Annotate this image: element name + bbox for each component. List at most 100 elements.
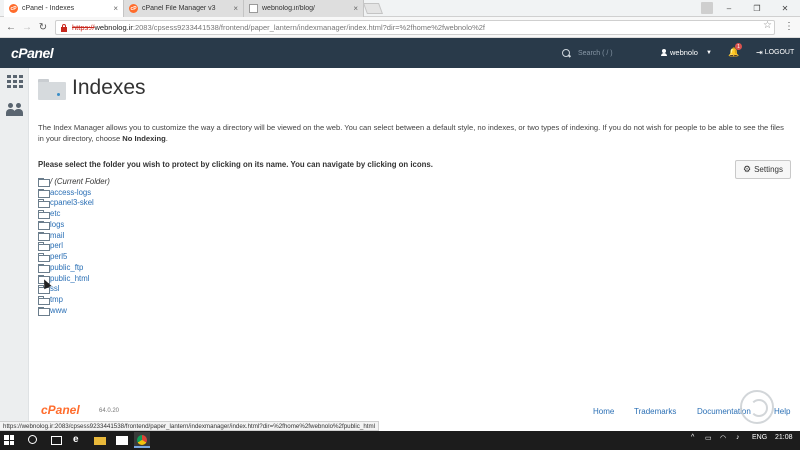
folder-icon[interactable]	[38, 263, 50, 273]
folder-icon[interactable]	[38, 220, 50, 230]
footer-link-home[interactable]: Home	[593, 407, 614, 416]
cpanel-logo[interactable]: cPanel	[11, 45, 54, 61]
folder-icon[interactable]	[38, 199, 50, 209]
store-icon[interactable]	[116, 436, 128, 445]
cpanel-version: 64.0.20	[99, 408, 120, 414]
folder-row[interactable]: mail	[38, 230, 110, 241]
folder-link[interactable]: perl5	[50, 252, 67, 261]
folder-row[interactable]: perl5	[38, 251, 110, 263]
address-bar[interactable]: https:// webnolog.ir :2083/cpsess9233441…	[55, 20, 775, 35]
footer-link-help[interactable]: Help	[774, 407, 790, 416]
minimize-icon[interactable]: –	[715, 0, 743, 17]
new-tab-button[interactable]	[362, 3, 384, 14]
folder-icon[interactable]	[38, 306, 50, 316]
browser-toolbar: ← → ↻ https:// webnolog.ir :2083/cpsess9…	[0, 17, 800, 38]
chrome-icon[interactable]	[134, 432, 150, 448]
search-placeholder: Search ( / )	[578, 49, 613, 57]
folder-link[interactable]: cpanel3-skel	[50, 198, 94, 207]
page-description: The Index Manager allows you to customiz…	[38, 123, 784, 143]
cpanel-favicon-icon: cP	[9, 4, 18, 13]
wifi-icon[interactable]: ◠	[720, 434, 726, 442]
folder-row[interactable]: public_ftp	[38, 262, 110, 273]
folder-row[interactable]: logs	[38, 219, 110, 230]
tab-label: webnolog.ir/blog/	[262, 5, 315, 12]
edge-browser-icon[interactable]: e	[73, 434, 85, 446]
url-domain: webnolog.ir	[94, 23, 133, 32]
input-language[interactable]: ENG	[752, 434, 767, 441]
bookmark-star-icon[interactable]: ☆	[763, 20, 772, 31]
gear-icon: ⚙	[743, 164, 752, 174]
footer-cpanel-logo[interactable]: cPanel	[41, 403, 80, 417]
logout-button[interactable]: ⇥ LOGOUT	[756, 48, 794, 57]
folder-row-current[interactable]: / (Current Folder)	[38, 176, 110, 187]
folder-icon	[38, 79, 66, 100]
windows-start-icon[interactable]	[4, 435, 14, 445]
browser-tab-blog[interactable]: webnolog.ir/blog/ ×	[244, 0, 364, 17]
reload-icon[interactable]: ↻	[36, 20, 50, 34]
folder-icon[interactable]	[38, 177, 50, 187]
folder-icon[interactable]	[38, 188, 50, 198]
folder-row[interactable]: www	[38, 305, 110, 316]
folder-link[interactable]: perl	[50, 241, 63, 250]
footer-link-trademarks[interactable]: Trademarks	[634, 407, 676, 416]
browser-tab-file-manager[interactable]: cP cPanel File Manager v3 ×	[124, 0, 244, 17]
file-explorer-icon[interactable]	[94, 437, 106, 445]
watermark-logo-icon	[740, 390, 774, 424]
insecure-lock-icon[interactable]	[60, 23, 68, 32]
instruction-text: Please select the folder you wish to pro…	[38, 160, 433, 169]
clock[interactable]: 21:08	[775, 434, 793, 441]
folder-row[interactable]: perl	[38, 241, 110, 252]
taskbar-search-icon[interactable]	[28, 435, 37, 444]
browser-menu-icon[interactable]: ⋮	[784, 21, 794, 32]
forward-arrow-icon[interactable]: →	[20, 20, 34, 34]
no-indexing-emphasis: No Indexing	[122, 134, 166, 143]
volume-icon[interactable]: ♪	[736, 434, 740, 441]
search-input[interactable]: Search ( / )	[562, 46, 650, 60]
folder-link[interactable]: www	[50, 306, 67, 315]
folder-link[interactable]: access-logs	[50, 188, 91, 197]
folder-link[interactable]: public_html	[50, 274, 89, 283]
page-favicon-icon	[249, 4, 258, 13]
maximize-icon[interactable]: ❐	[743, 0, 771, 17]
back-arrow-icon[interactable]: ←	[4, 20, 18, 34]
user-icon	[661, 49, 667, 56]
folder-icon[interactable]	[38, 242, 50, 252]
folder-link[interactable]: mail	[50, 231, 64, 240]
folder-icon[interactable]	[38, 296, 50, 306]
url-scheme: https://	[72, 23, 95, 32]
folder-icon[interactable]	[38, 253, 50, 263]
close-tab-icon[interactable]: ×	[233, 4, 238, 13]
tab-label: cPanel - Indexes	[22, 5, 75, 12]
folder-row[interactable]: access-logs	[38, 187, 110, 198]
logout-label: LOGOUT	[764, 49, 795, 56]
close-window-icon[interactable]: ✕	[771, 0, 799, 17]
folder-link[interactable]: logs	[50, 220, 64, 229]
folder-list: / (Current Folder) access-logs cpanel3-s…	[38, 176, 110, 316]
folder-link[interactable]: tmp	[50, 295, 63, 304]
link-status-bubble: https://webnolog.ir:2083/cpsess923344153…	[0, 421, 380, 431]
settings-button[interactable]: ⚙ Settings	[735, 160, 791, 179]
left-sidebar	[0, 68, 29, 430]
browser-tab-cpanel-indexes[interactable]: cP cPanel - Indexes ×	[4, 0, 124, 17]
task-view-icon[interactable]	[51, 436, 62, 445]
home-grid-icon[interactable]	[6, 74, 23, 89]
profile-icon[interactable]	[701, 2, 713, 14]
users-icon[interactable]	[6, 102, 23, 117]
user-menu[interactable]: webnolo ▼	[661, 48, 712, 57]
logout-icon: ⇥	[756, 48, 763, 57]
caret-down-icon: ▼	[705, 49, 712, 56]
folder-row[interactable]: tmp	[38, 294, 110, 306]
close-tab-icon[interactable]: ×	[353, 4, 358, 13]
folder-link[interactable]: public_ftp	[50, 263, 83, 272]
notification-badge: 1	[735, 43, 742, 50]
network-icon[interactable]: ▭	[705, 434, 712, 442]
folder-icon[interactable]	[38, 210, 50, 220]
folder-link[interactable]: / (Current Folder)	[50, 177, 110, 186]
page-title: Indexes	[72, 76, 146, 99]
tray-chevron-icon[interactable]: ^	[691, 434, 694, 441]
folder-row[interactable]: cpanel3-skel	[38, 198, 110, 209]
folder-link[interactable]: etc	[50, 209, 60, 218]
close-tab-icon[interactable]: ×	[113, 4, 118, 13]
folder-row[interactable]: etc	[38, 208, 110, 220]
folder-icon[interactable]	[38, 231, 50, 241]
